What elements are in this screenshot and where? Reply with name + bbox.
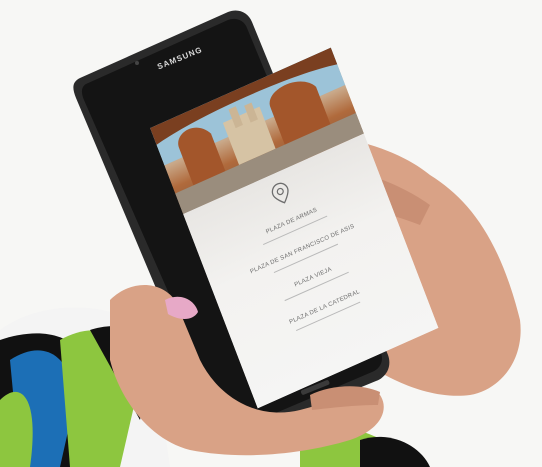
photo-scene: SAMSUNG PLAZA DE ARMAS PLAZA DE SAN FRAN… (0, 0, 542, 467)
